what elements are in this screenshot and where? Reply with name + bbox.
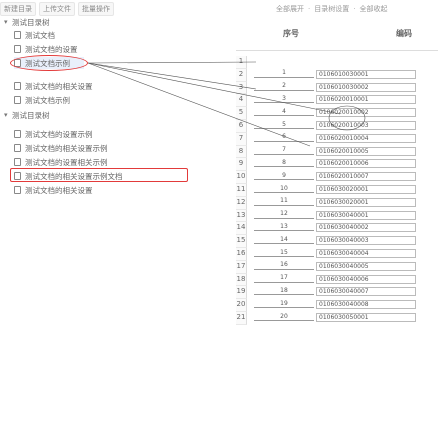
connector-ellipse xyxy=(328,105,366,131)
connector-line xyxy=(87,61,257,64)
drag-connector-lines xyxy=(87,61,366,147)
connector-line xyxy=(87,62,311,147)
connector-line xyxy=(87,62,257,90)
connector-line xyxy=(87,62,341,115)
